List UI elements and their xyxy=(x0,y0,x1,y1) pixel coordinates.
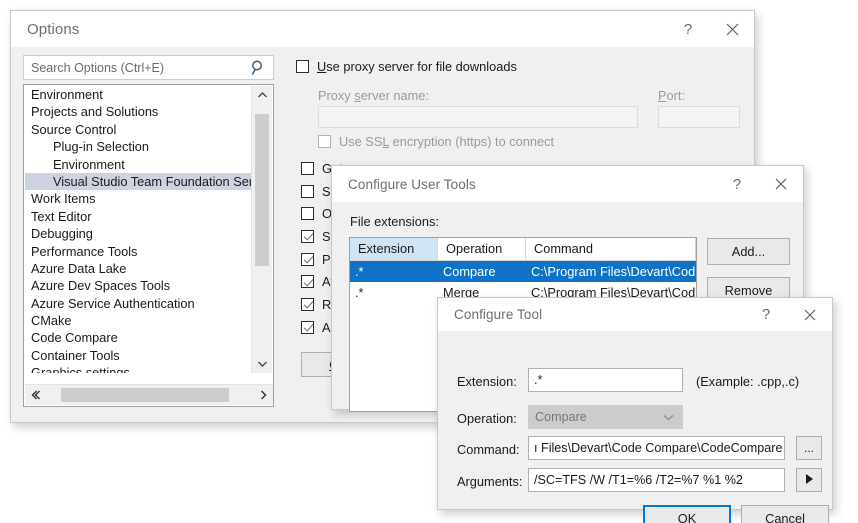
tfs-setting-checkbox[interactable] xyxy=(301,252,314,266)
chevron-left-icon[interactable] xyxy=(25,385,45,405)
extension-field[interactable] xyxy=(528,368,683,392)
cut-title: Configure User Tools xyxy=(348,176,476,192)
cut-titlebar-buttons: ? xyxy=(715,166,803,202)
tree-item[interactable]: Performance Tools xyxy=(25,243,254,260)
ok-button[interactable]: OK xyxy=(643,505,731,523)
tree-vertical-scrollbar[interactable] xyxy=(251,86,272,373)
command-label: Command: xyxy=(457,442,520,457)
table-row[interactable]: .* Compare C:\Program Files\Devart\Cod... xyxy=(350,261,696,282)
arguments-menu-button[interactable] xyxy=(796,468,822,492)
tfs-setting-checkbox[interactable] xyxy=(301,207,314,221)
tfs-setting-checkbox[interactable] xyxy=(301,161,314,175)
extension-label: Extension: xyxy=(457,374,517,389)
column-header-extension[interactable]: Extension xyxy=(350,238,438,260)
close-icon[interactable] xyxy=(710,11,754,47)
options-category-tree[interactable]: Environment Projects and Solutions Source … xyxy=(23,84,274,407)
operation-value: Compare xyxy=(535,410,587,424)
tree-item[interactable]: Source Control xyxy=(25,121,254,138)
arguments-label: Arguments: xyxy=(457,474,523,489)
tree-item[interactable]: Environment xyxy=(25,156,254,173)
chevron-up-icon[interactable] xyxy=(252,86,272,104)
add-button[interactable]: Add... xyxy=(707,238,790,265)
options-titlebar-buttons: ? xyxy=(666,11,754,47)
arguments-field[interactable] xyxy=(528,468,785,492)
search-options-box[interactable] xyxy=(23,55,274,80)
configure-tool-dialog: Configure Tool ? Extension: (Example: .c… xyxy=(437,297,833,523)
use-proxy-checkbox-row[interactable]: Use proxy server for file downloads xyxy=(296,59,517,74)
tree-item[interactable]: Work Items xyxy=(25,190,254,207)
use-ssl-checkbox[interactable] xyxy=(318,135,331,148)
chevron-down-icon xyxy=(663,410,674,424)
options-titlebar: Options ? xyxy=(11,11,754,47)
screen-root: Options ? Search Options (Ctrl+E) Enviro… xyxy=(0,0,858,523)
cell-command: C:\Program Files\Devart\Cod... xyxy=(531,264,696,279)
tree-item[interactable]: Environment xyxy=(25,86,254,103)
tfs-setting-checkbox[interactable] xyxy=(301,229,314,243)
help-icon[interactable]: ? xyxy=(744,298,788,331)
proxy-port-label: Port: xyxy=(658,88,686,103)
tree-item[interactable]: Projects and Solutions xyxy=(25,103,254,120)
command-field[interactable] xyxy=(528,436,785,460)
tree-item[interactable]: Plug-in Selection xyxy=(25,138,254,155)
ct-body: Extension: (Example: .cpp,.c) Operation:… xyxy=(438,331,832,523)
file-extensions-label: File extensions: xyxy=(350,214,439,229)
close-icon[interactable] xyxy=(788,298,832,331)
options-left-pane: EnvironmentProjects and SolutionsSource … xyxy=(23,55,274,407)
proxy-port-field[interactable] xyxy=(658,106,740,128)
tree-item[interactable]: Graphics settings xyxy=(25,364,254,373)
ct-title: Configure Tool xyxy=(454,307,543,322)
tfs-setting-checkbox[interactable] xyxy=(301,275,314,289)
tree-scroll-thumb[interactable] xyxy=(255,114,269,266)
use-proxy-label: Use proxy server for file downloads xyxy=(317,59,517,74)
close-icon[interactable] xyxy=(759,166,803,202)
proxy-server-name-field[interactable] xyxy=(318,106,638,128)
browse-button[interactable]: ... xyxy=(796,436,822,460)
cell-extension: .* xyxy=(355,264,364,279)
tree-item[interactable]: Azure Dev Spaces Tools xyxy=(25,277,254,294)
proxy-server-name-label: Proxy server name: xyxy=(318,88,429,103)
tfs-setting-checkbox[interactable] xyxy=(301,320,314,334)
help-icon[interactable]: ? xyxy=(666,11,710,47)
operation-dropdown[interactable]: Compare xyxy=(528,405,683,429)
use-ssl-label: Use SSL encryption (https) to connect xyxy=(339,134,555,149)
tree-item[interactable]: Debugging xyxy=(25,225,254,242)
use-ssl-checkbox-row[interactable]: Use SSL encryption (https) to connect xyxy=(318,134,554,149)
tree-item[interactable]: Code Compare xyxy=(25,329,254,346)
tree-item[interactable]: Visual Studio Team Foundation Server xyxy=(25,172,254,191)
column-header-operation[interactable]: Operation xyxy=(438,238,526,260)
chevron-down-icon[interactable] xyxy=(252,355,272,373)
ct-titlebar-buttons: ? xyxy=(744,298,832,331)
grid-header-row: Extension Operation Command xyxy=(350,238,696,261)
tree-hscroll-thumb[interactable] xyxy=(61,388,229,402)
use-proxy-checkbox[interactable] xyxy=(296,60,309,73)
help-icon[interactable]: ? xyxy=(715,166,759,202)
tree-item[interactable]: Azure Service Authentication xyxy=(25,295,254,312)
tfs-setting-checkbox[interactable] xyxy=(301,297,314,311)
cell-operation: Compare xyxy=(443,264,496,279)
operation-label: Operation: xyxy=(457,411,517,426)
cell-extension: .* xyxy=(355,285,364,300)
tfs-setting-checkbox[interactable] xyxy=(301,184,314,198)
tree-item[interactable]: Container Tools xyxy=(25,347,254,364)
tree-item[interactable]: CMake xyxy=(25,312,254,329)
search-icon xyxy=(251,60,266,81)
tree-item[interactable]: Text Editor xyxy=(25,208,254,225)
search-input[interactable] xyxy=(24,55,248,80)
ct-titlebar: Configure Tool ? xyxy=(438,298,832,331)
tree-item[interactable]: Azure Data Lake xyxy=(25,260,254,277)
column-header-command[interactable]: Command xyxy=(526,238,696,260)
cut-titlebar: Configure User Tools ? xyxy=(332,166,803,202)
extension-hint: (Example: .cpp,.c) xyxy=(696,374,800,389)
chevron-right-icon[interactable] xyxy=(253,385,273,405)
play-triangle-icon xyxy=(804,473,814,488)
tree-horizontal-scrollbar[interactable] xyxy=(25,384,273,405)
cancel-button[interactable]: Cancel xyxy=(741,505,829,523)
tree-item-list[interactable]: Environment Projects and Solutions Source … xyxy=(25,86,254,373)
options-title: Options xyxy=(27,20,80,38)
